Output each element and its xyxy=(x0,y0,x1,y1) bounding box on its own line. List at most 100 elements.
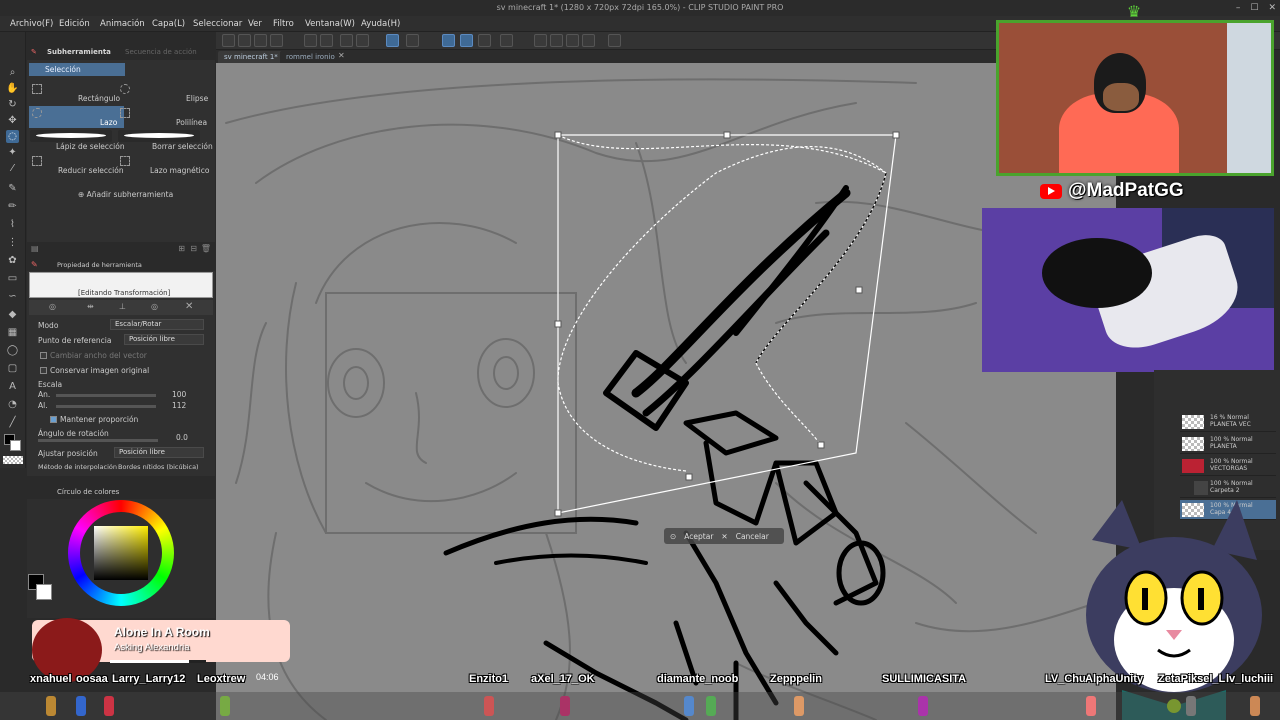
subtool-rectangle[interactable]: Rectángulo xyxy=(78,94,120,103)
menu-help[interactable]: Ayuda(H) xyxy=(361,16,400,32)
rotation-value[interactable]: 0.0 xyxy=(176,433,188,442)
keep-ratio-checkbox[interactable] xyxy=(50,416,57,423)
menu-file[interactable]: Archivo(F) xyxy=(10,16,53,32)
minimize-icon[interactable]: – xyxy=(1236,0,1241,16)
accept-button[interactable]: Aceptar xyxy=(684,532,713,541)
transform-icon[interactable] xyxy=(386,34,399,47)
tab-rommel[interactable]: rommel ironio xyxy=(280,51,341,63)
snap-grid-icon[interactable] xyxy=(478,34,491,47)
new-subtool-icon[interactable]: ⊞ xyxy=(178,244,185,253)
scale-height-value[interactable]: 112 xyxy=(172,401,186,410)
transform-confirm-icon[interactable]: ◎ xyxy=(151,302,158,311)
tab-action-sequence[interactable]: Secuencia de acción xyxy=(125,48,197,56)
layer-row[interactable]: 16 % Normal PLANETA VEC xyxy=(1180,412,1276,432)
rotate-icon[interactable] xyxy=(566,34,579,47)
delete-subtool-icon[interactable]: 🗑 xyxy=(201,244,211,253)
transform-cancel-icon[interactable]: ✕ xyxy=(185,301,193,312)
eraser-tool-icon[interactable]: ▭ xyxy=(6,272,19,285)
add-subtool-button[interactable]: ⊕ Añadir subherramienta xyxy=(78,190,173,199)
align-icon[interactable] xyxy=(582,34,595,47)
scale-width-slider[interactable] xyxy=(56,394,156,397)
transform-flip-h-icon[interactable]: ⇹ xyxy=(87,302,94,311)
cancel-button[interactable]: Cancelar xyxy=(736,532,769,541)
close-icon[interactable]: ✕ xyxy=(1268,0,1276,16)
clear-icon[interactable] xyxy=(340,34,353,47)
maximize-icon[interactable]: ☐ xyxy=(1250,0,1258,16)
copy-subtool-icon[interactable]: ⊟ xyxy=(190,244,197,253)
subtool-lasso[interactable]: Lazo xyxy=(100,118,117,127)
layer-row[interactable]: 100 % Normal PLANETA xyxy=(1180,434,1276,454)
transform-reset-icon[interactable]: ◎ xyxy=(49,302,56,311)
tab-close-icon[interactable]: ✕ xyxy=(338,51,345,60)
transform-flip-v-icon[interactable]: ⊥ xyxy=(119,302,126,311)
subtool-magnetic-lasso[interactable]: Lazo magnético xyxy=(150,166,209,175)
text-tool-icon[interactable]: A xyxy=(6,380,19,393)
menu-window[interactable]: Ventana(W) xyxy=(305,16,355,32)
airbrush-tool-icon[interactable]: ⋮ xyxy=(6,236,19,249)
zoom-tool-icon[interactable]: ⌕ xyxy=(6,66,19,79)
menu-view[interactable]: Ver xyxy=(248,16,262,32)
subtool-erase-selection[interactable]: Borrar selección xyxy=(152,142,213,151)
menu-filter[interactable]: Filtro xyxy=(273,16,294,32)
grid-icon[interactable] xyxy=(608,34,621,47)
panel-menu-icon[interactable]: ▤ xyxy=(31,244,39,253)
save-icon[interactable] xyxy=(254,34,267,47)
move-tool-icon[interactable]: ✥ xyxy=(6,114,19,127)
move-icon[interactable] xyxy=(534,34,547,47)
decoration-tool-icon[interactable]: ✿ xyxy=(6,254,19,267)
frame-tool-icon[interactable]: ▢ xyxy=(6,362,19,375)
subtool-shrink-selection[interactable]: Reducir selección xyxy=(58,166,124,175)
deselect-icon[interactable] xyxy=(406,34,419,47)
hand-tool-icon[interactable]: ✋ xyxy=(6,82,19,95)
auto-select-icon[interactable]: ✦ xyxy=(6,146,19,159)
eyedropper-icon[interactable]: ⁄ xyxy=(6,162,19,175)
drawing-canvas[interactable] xyxy=(216,63,1116,720)
change-vector-width-checkbox[interactable] xyxy=(40,352,47,359)
selection-tool-icon[interactable]: ◌ xyxy=(6,130,19,143)
layer-row[interactable]: 100 % Normal VECTORGAS xyxy=(1180,456,1276,476)
pen-icon[interactable] xyxy=(500,34,513,47)
figure-tool-icon[interactable]: ◯ xyxy=(6,344,19,357)
subtool-polyline[interactable]: Polilínea xyxy=(176,118,207,127)
subtool-ellipse[interactable]: Elipse xyxy=(186,94,208,103)
gradient-tool-icon[interactable]: ▦ xyxy=(6,326,19,339)
menu-select[interactable]: Seleccionar xyxy=(193,16,242,32)
saturation-value-square[interactable] xyxy=(94,526,148,580)
scale-width-value[interactable]: 100 xyxy=(172,390,186,399)
keep-original-checkbox[interactable] xyxy=(40,367,47,374)
fill-tool-icon[interactable]: ◆ xyxy=(6,308,19,321)
new-icon[interactable] xyxy=(222,34,235,47)
menu-animation[interactable]: Animación xyxy=(100,16,145,32)
subtool-group-selection[interactable]: Selección xyxy=(29,63,125,76)
snap-special-icon[interactable] xyxy=(460,34,473,47)
subtool-selection-pen[interactable]: Lápiz de selección xyxy=(56,142,125,151)
sub-color-swatch[interactable] xyxy=(36,584,52,600)
flip-icon[interactable] xyxy=(550,34,563,47)
rotate-tool-icon[interactable]: ↻ xyxy=(6,98,19,111)
viewer-name: lv_luchiii xyxy=(1226,673,1274,685)
adjust-position-select[interactable]: Posición libre xyxy=(114,447,204,458)
open-icon[interactable] xyxy=(238,34,251,47)
scale-height-slider[interactable] xyxy=(56,405,156,408)
blend-tool-icon[interactable]: ∽ xyxy=(6,290,19,303)
mode-select[interactable]: Escalar/Rotar xyxy=(110,319,204,330)
export-icon[interactable] xyxy=(270,34,283,47)
fill-icon[interactable] xyxy=(356,34,369,47)
tab-sv-minecraft[interactable]: sv minecraft 1* xyxy=(218,51,284,63)
snap-ruler-icon[interactable] xyxy=(442,34,455,47)
pencil-tool-icon[interactable]: ✏ xyxy=(6,200,19,213)
redo-icon[interactable] xyxy=(320,34,333,47)
tab-subtool[interactable]: Subherramienta xyxy=(47,48,111,56)
ruler-tool-icon[interactable]: ╱ xyxy=(6,416,19,429)
sub-color-swatch-icon[interactable] xyxy=(10,440,21,451)
interpolation-value[interactable]: Bordes nítidos (bicúbica) xyxy=(118,463,199,471)
undo-icon[interactable] xyxy=(304,34,317,47)
menu-layer[interactable]: Capa(L) xyxy=(152,16,185,32)
brush-tool-icon[interactable]: ⌇ xyxy=(6,218,19,231)
menu-edit[interactable]: Edición xyxy=(59,16,90,32)
pen-tool-icon[interactable]: ✎ xyxy=(6,182,19,195)
reference-point-select[interactable]: Posición libre xyxy=(124,334,204,345)
balloon-tool-icon[interactable]: ◔ xyxy=(6,398,19,411)
rotation-slider[interactable] xyxy=(38,439,158,442)
transparent-swatch-icon[interactable] xyxy=(3,456,23,464)
